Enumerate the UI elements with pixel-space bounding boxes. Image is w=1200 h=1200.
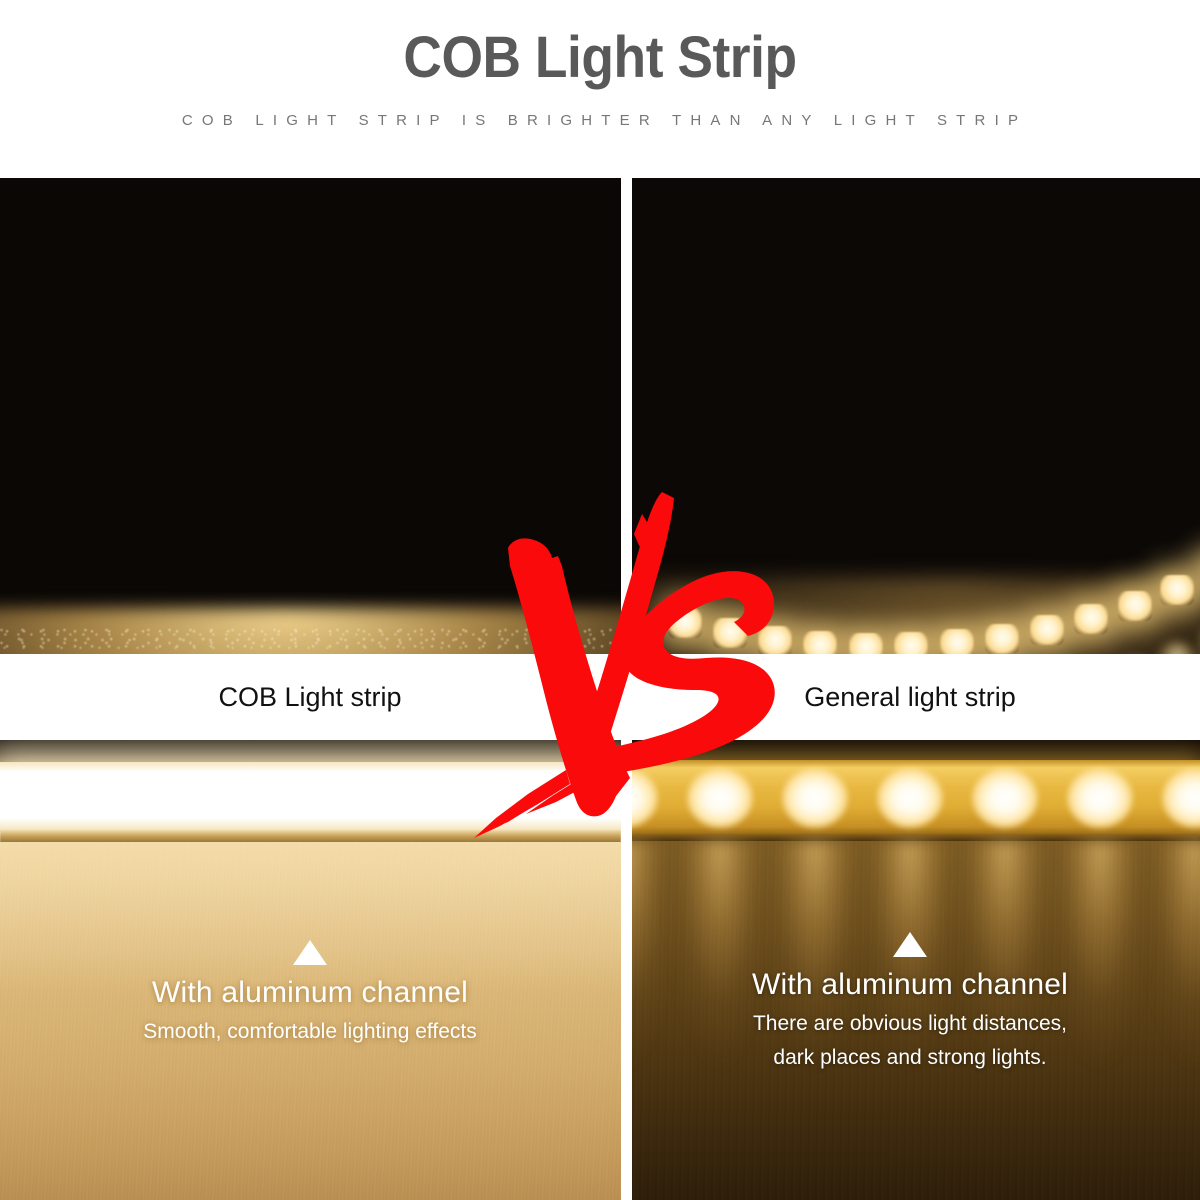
left-strip-label: COB Light strip [218,682,402,712]
smd-strip-photo [632,178,1200,654]
even-light-bar [0,762,621,832]
left-caption-line-1: Smooth, comfortable lighting effects [143,1019,477,1043]
smd-led-dot [985,623,1019,654]
led-hotspot [972,768,1038,828]
left-caption: With aluminum channel Smooth, comfortabl… [60,940,560,1046]
page-title: COB Light Strip [403,25,797,90]
right-caption-heading: With aluminum channel [751,968,1068,1001]
smd-led-dot [1117,590,1152,621]
right-caption-line-1: There are obvious light distances, [752,1011,1067,1035]
right-strip-label: General light strip [804,682,1016,712]
smd-led-dot [894,632,929,654]
header: COB Light Strip COB LIGHT STRIP IS BRIGH… [0,0,1200,178]
smd-led-dot [803,630,838,654]
cob-secondary-arc [0,178,621,654]
infographic-page: COB Light Strip COB LIGHT STRIP IS BRIGH… [0,0,1200,1200]
smd-led-dot [1160,574,1195,605]
smd-led-dot [668,607,703,638]
led-hotspot [782,768,848,828]
right-caption: With aluminum channel There are obvious … [660,932,1160,1073]
channel-top-shadow-left [0,740,621,764]
cob-surface-speckle [0,628,621,654]
channel-top-shadow-right [632,740,1200,762]
smd-led-dot [712,618,747,648]
led-hotspot [1067,768,1133,828]
right-caption-line-2: dark places and strong lights. [773,1046,1047,1070]
cob-strip-photo [0,178,621,654]
smd-led-dot [939,629,974,654]
smd-led-dot [1074,604,1109,635]
smd-led-dot [757,625,792,654]
page-subtitle: COB LIGHT STRIP IS BRIGHTER THAN ANY LIG… [181,112,1028,129]
comparison-label-band: COB Light strip General light strip [0,654,1200,740]
smd-led-dot [848,632,883,654]
led-hotspot [687,768,753,828]
triangle-up-icon [293,940,327,965]
led-hotspot [877,768,943,828]
left-caption-heading: With aluminum channel [151,976,468,1009]
band-gutter [621,654,632,740]
smd-led-dot [1029,615,1064,646]
triangle-up-icon [893,932,927,957]
